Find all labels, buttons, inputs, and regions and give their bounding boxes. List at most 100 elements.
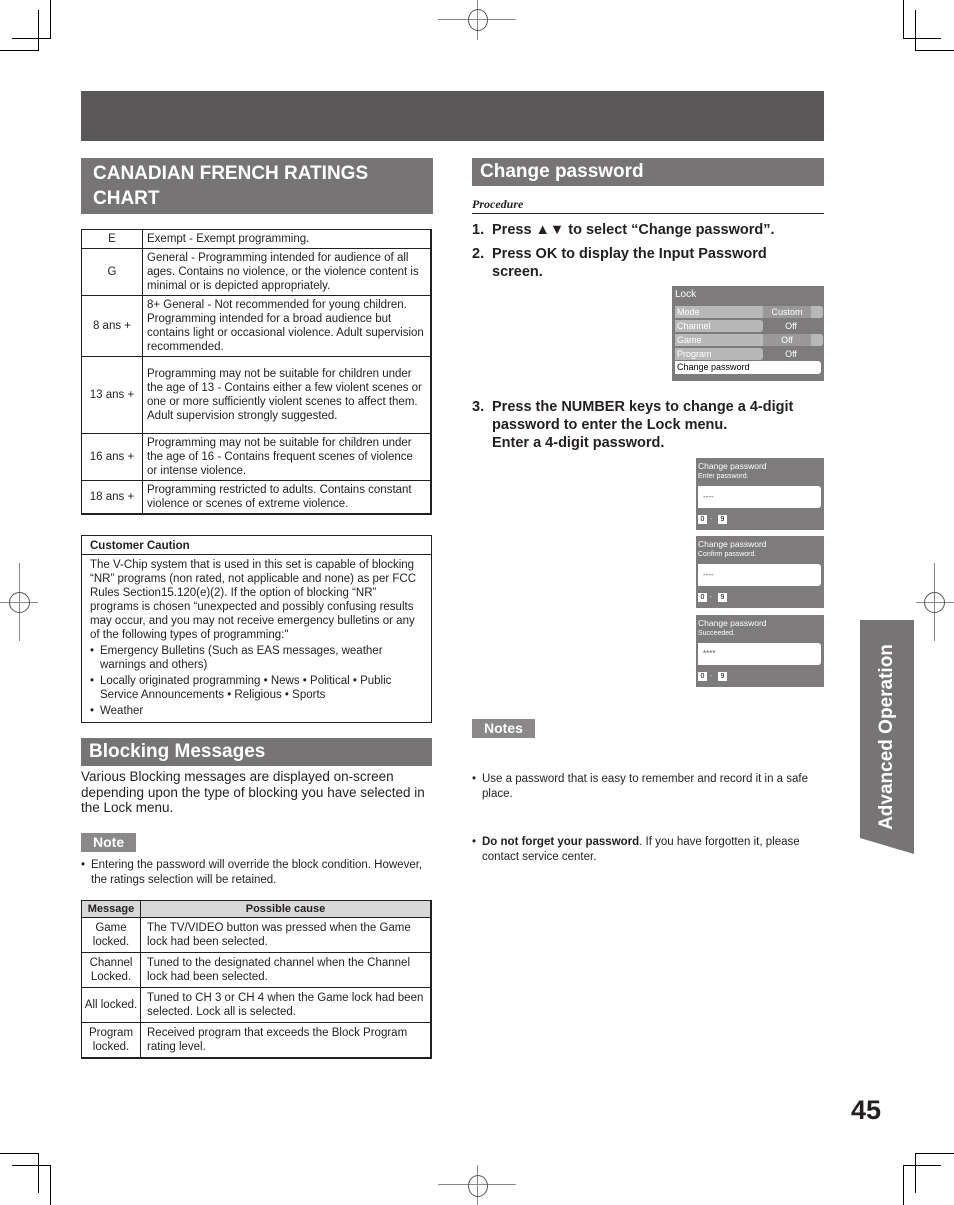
crop-mark (915, 10, 916, 51)
key-separator: - (710, 516, 713, 523)
key-hint: 0 (698, 515, 707, 524)
procedure-label: Procedure (472, 197, 824, 214)
item-value: Off (763, 334, 811, 346)
caution-title: Customer Caution (82, 536, 431, 555)
block-cause: The TV/VIDEO button was pressed when the… (140, 917, 432, 953)
caution-item: Weather (90, 704, 423, 718)
block-message: Channel Locked. (81, 952, 141, 988)
blocking-row: Program locked. Received program that exc… (81, 1022, 432, 1059)
blocking-row: Channel Locked. Tuned to the designated c… (81, 952, 432, 988)
ratings-row: G General - Programming intended for audi… (81, 248, 432, 296)
password-screen-succeeded: Change password Succeeded. **** 0 - 9 (696, 615, 824, 687)
note-text: Use a password that is easy to remember … (482, 773, 808, 800)
key-hint: 9 (718, 593, 727, 602)
column-header: Possible cause (140, 900, 432, 918)
screen-title: Change password (698, 461, 767, 471)
crop-mark (915, 50, 954, 51)
step-text: Enter a 4-digit password. (492, 435, 665, 451)
section-side-tab: Advanced Operation (860, 620, 914, 854)
caution-body: The V-Chip system that is used in this s… (90, 559, 416, 641)
caution-item: Emergency Bulletins (Such as EAS message… (90, 644, 423, 672)
key-hint: 0 (698, 672, 707, 681)
registration-mark (468, 9, 488, 31)
crop-mark (915, 1153, 916, 1193)
ratings-row: 16 ans + Programming may not be suitable … (81, 433, 432, 481)
note-item: Entering the password will override the … (81, 858, 431, 888)
header-band (81, 91, 824, 141)
crop-mark (903, 0, 904, 38)
crop-mark (50, 0, 51, 38)
crop-mark (38, 1153, 39, 1193)
item-value: Off (785, 349, 797, 359)
ratings-row: 8 ans +8+ General - Not recommended for … (81, 295, 432, 357)
lock-menu-title: Lock (675, 289, 697, 300)
ratings-table: E Exempt - Exempt programming. G General - … (81, 229, 432, 515)
block-message: Program locked. (81, 1022, 141, 1059)
registration-mark (468, 1175, 488, 1197)
step-3: 3. Press the NUMBER keys to change a 4-di… (472, 398, 824, 452)
step-number: 2. (472, 246, 485, 262)
ratings-section-title: CANADIAN FRENCH RATINGS CHART (81, 158, 433, 214)
step-text: Press OK to display the Input Password s… (492, 246, 767, 280)
block-message: Game locked. (81, 917, 141, 953)
block-cause: Tuned to the designated channel when the… (140, 952, 432, 988)
item-value: Custom (763, 306, 811, 318)
password-field[interactable]: **** (698, 643, 821, 665)
key-hint: 0 (698, 593, 707, 602)
item-label: Program (675, 348, 763, 360)
crop-mark (903, 1165, 904, 1205)
block-message: All locked. (81, 987, 141, 1023)
rating-code: 8 ans + (81, 295, 143, 357)
blocking-messages-table: Message Possible cause Game locked. The T… (81, 900, 432, 1059)
rating-description: Exempt - Exempt programming. (142, 229, 432, 249)
rating-code: 13 ans + (81, 356, 143, 434)
notes-item: Use a password that is easy to remember … (472, 772, 827, 802)
key-hint: 9 (718, 515, 727, 524)
block-cause: Tuned to CH 3 or CH 4 when the Game lock… (140, 987, 432, 1023)
lock-menu-item-game[interactable]: Game Off (675, 334, 823, 347)
notes-item: Do not forget your password. If you have… (472, 835, 827, 865)
notes-label: Notes (472, 719, 535, 738)
rating-description: General - Programming intended for audie… (142, 248, 432, 296)
ratings-row: E Exempt - Exempt programming. (81, 229, 432, 249)
screen-subtitle: Succeeded. (698, 630, 735, 637)
screen-title: Change password (698, 539, 767, 549)
lock-menu-item-channel[interactable]: Channel Off (675, 320, 822, 333)
lock-menu-item-mode[interactable]: Mode Custom (675, 306, 823, 319)
ratings-row: 18 ans + Programming restricted to adults… (81, 480, 432, 515)
rating-code: 16 ans + (81, 433, 143, 481)
item-label: Channel (675, 320, 763, 332)
crop-mark (38, 10, 39, 51)
password-screen-enter: Change password Enter password. ---- 0 -… (696, 458, 824, 530)
step-number: 1. (472, 222, 485, 238)
rating-description: Programming may not be suitable for chil… (142, 433, 432, 481)
screen-subtitle: Confirm password. (698, 551, 757, 558)
rating-description: 8+ General - Not recommended for young c… (142, 295, 432, 357)
screen-subtitle: Enter password. (698, 473, 749, 480)
screen-title: Change password (698, 618, 767, 628)
registration-mark (9, 592, 30, 613)
registration-mark (924, 592, 945, 613)
item-value: Off (785, 321, 797, 331)
note-emphasis: Do not forget your password (482, 836, 640, 848)
rating-description: Programming restricted to adults. Contai… (142, 480, 432, 515)
step-number: 3. (472, 399, 485, 415)
step-text: Press the NUMBER keys to change a 4-digi… (492, 399, 794, 433)
lock-menu-item-program[interactable]: Program Off (675, 348, 822, 361)
blocking-row: Game locked. The TV/VIDEO button was pres… (81, 917, 432, 953)
crop-mark (915, 1153, 954, 1154)
crop-mark (50, 1165, 51, 1205)
key-separator: - (710, 594, 713, 601)
block-cause: Received program that exceeds the Block … (140, 1022, 432, 1059)
column-header: Message (81, 900, 141, 918)
password-field[interactable]: ---- (698, 486, 821, 508)
page-number: 45 (851, 1095, 882, 1125)
crop-mark (0, 50, 38, 51)
crop-mark (903, 1165, 941, 1166)
lock-menu-screen: Lock Mode Custom Channel Off Game Off Pr… (672, 286, 824, 381)
blocking-intro: Various Blocking messages are displayed … (81, 769, 425, 815)
caution-item: Locally originated programming • News • … (90, 674, 423, 702)
lock-menu-item-change-password[interactable]: Change password (675, 361, 821, 374)
note-label: Note (81, 833, 137, 852)
password-field[interactable]: ---- (698, 564, 821, 586)
